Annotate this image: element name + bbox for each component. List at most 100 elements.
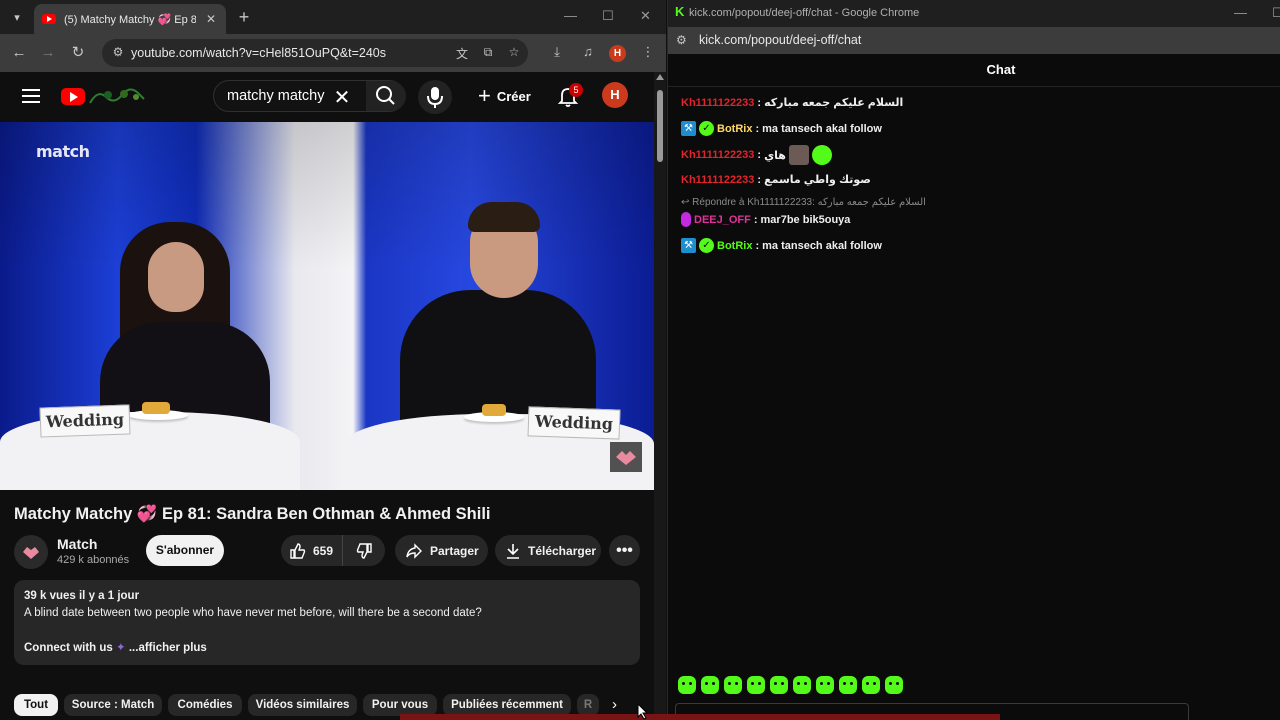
youtube-doodle-logo[interactable]: [88, 85, 146, 107]
wedding-sign-right: Wedding: [527, 406, 621, 440]
chat-username[interactable]: Kh1111122233: [681, 174, 754, 186]
emote-button-icon[interactable]: [724, 676, 742, 694]
description-box[interactable]: 39 k vues il y a 1 jour A blind date bet…: [14, 580, 640, 665]
emote-button-icon[interactable]: [793, 676, 811, 694]
more-actions-button[interactable]: •••: [609, 535, 640, 566]
channel-name[interactable]: Match: [57, 536, 97, 552]
kick-minimize-button[interactable]: —: [1234, 5, 1247, 20]
chat-username[interactable]: DEEJ_OFF: [694, 214, 751, 226]
browser-toolbar: ← → ↻ ⚙ youtube.com/watch?v=cHel851OuPQ&…: [0, 34, 666, 72]
emote-button-icon[interactable]: [862, 676, 880, 694]
account-avatar[interactable]: H: [602, 82, 628, 108]
show-more-link[interactable]: ...afficher plus: [129, 642, 207, 654]
subscribe-button[interactable]: S'abonner: [146, 535, 224, 566]
chat-text: صوتك واطي ماسمع: [764, 174, 871, 186]
like-count: 659: [313, 543, 334, 558]
kick-maximize-button[interactable]: ☐: [1272, 5, 1280, 21]
menu-icon[interactable]: [22, 89, 40, 103]
create-button[interactable]: + Créer: [470, 82, 539, 110]
emote-button-icon[interactable]: [747, 676, 765, 694]
chip-recent[interactable]: Publiées récemment: [443, 694, 571, 716]
right-cake: [482, 404, 506, 416]
views-and-date: 39 k vues il y a 1 jour: [24, 590, 140, 602]
site-info-icon[interactable]: ⚙: [110, 45, 126, 61]
tab-youtube[interactable]: (5) Matchy Matchy 💞 Ep 81: S ✕: [34, 4, 226, 34]
profile-avatar[interactable]: H: [609, 45, 626, 62]
create-label: Créer: [496, 88, 531, 104]
forward-icon[interactable]: →: [38, 43, 58, 63]
tab-title: (5) Matchy Matchy 💞 Ep 81: S: [64, 13, 196, 26]
emote-button-icon[interactable]: [678, 676, 696, 694]
notification-count-badge: 5: [569, 83, 583, 97]
chat-message: Kh1111122233: صوتك واطي ماسمع: [681, 173, 871, 187]
channel-avatar[interactable]: [14, 535, 48, 569]
share-button[interactable]: Partager: [395, 535, 488, 566]
video-player[interactable]: match Wedding Wedding: [0, 122, 654, 490]
chip-truncated[interactable]: R: [577, 694, 599, 716]
dislike-button[interactable]: [343, 535, 385, 566]
kick-url: kick.com/popout/deej-off/chat: [699, 33, 862, 47]
close-window-button[interactable]: ✕: [640, 8, 651, 24]
media-controls-icon[interactable]: ♫: [579, 44, 597, 62]
emote-button-icon[interactable]: [816, 676, 834, 694]
microphone-icon: [427, 87, 443, 108]
video-title: Matchy Matchy 💞 Ep 81: Sandra Ben Othman…: [14, 505, 491, 523]
tab-search-button[interactable]: ▾: [6, 6, 28, 28]
kick-window-title: kick.com/popout/deej-off/chat - Google C…: [689, 7, 920, 19]
chip-source[interactable]: Source : Match: [64, 694, 162, 716]
address-bar[interactable]: ⚙ youtube.com/watch?v=cHel851OuPQ&t=240s…: [102, 39, 528, 67]
new-tab-button[interactable]: +: [234, 7, 254, 27]
microphone-badge-icon: [681, 212, 691, 227]
like-button[interactable]: 659: [281, 535, 343, 566]
description-text: A blind date between two people who have…: [24, 607, 482, 619]
search-input[interactable]: matchy matchy: [227, 88, 325, 104]
reload-icon[interactable]: ↻: [68, 43, 88, 63]
emote-face-icon: [788, 145, 809, 165]
voice-search-button[interactable]: [418, 80, 452, 114]
chat-username[interactable]: BotRix: [717, 123, 752, 135]
thumbs-down-icon: [356, 542, 372, 559]
emote-green-icon: [811, 145, 832, 165]
moderator-badge-icon: ⚒: [681, 121, 696, 136]
chip-comedies[interactable]: Comédies: [168, 694, 242, 716]
youtube-browser-window: ▾ (5) Matchy Matchy 💞 Ep 81: S ✕ + — ☐ ✕…: [0, 0, 666, 720]
minimize-button[interactable]: —: [564, 8, 577, 23]
kick-titlebar: K kick.com/popout/deej-off/chat - Google…: [668, 0, 1280, 27]
emote-button-icon[interactable]: [839, 676, 857, 694]
plus-icon: +: [478, 83, 491, 108]
chip-similar[interactable]: Vidéos similaires: [248, 694, 357, 716]
scroll-thumb[interactable]: [657, 90, 663, 162]
translate-icon[interactable]: 文: [454, 45, 470, 61]
back-icon[interactable]: ←: [9, 43, 29, 63]
download-button[interactable]: Télécharger: [495, 535, 601, 566]
emote-button-icon[interactable]: [885, 676, 903, 694]
kick-favicon-icon: K: [675, 4, 685, 19]
chat-username[interactable]: BotRix: [717, 240, 752, 252]
chips-next-icon[interactable]: ›: [612, 696, 617, 713]
chat-username[interactable]: Kh1111122233: [681, 149, 754, 161]
clear-search-icon[interactable]: ✕: [331, 85, 353, 110]
chip-all[interactable]: Tout: [14, 694, 58, 716]
chat-message: ⚒ ✓ BotRix: ma tansech akal follow: [681, 121, 882, 136]
channel-watermark-icon[interactable]: [610, 442, 642, 472]
chip-for-you[interactable]: Pour vous: [363, 694, 437, 716]
emote-button-icon[interactable]: [770, 676, 788, 694]
scroll-up-icon[interactable]: [656, 74, 664, 80]
youtube-logo-icon[interactable]: [61, 88, 85, 105]
chat-username[interactable]: Kh1111122233: [681, 97, 754, 109]
video-watermark: match: [36, 142, 90, 161]
reply-reference[interactable]: ↩ Répondre à Kh1111122233: السلام عليكم …: [681, 197, 926, 208]
bookmark-star-icon[interactable]: ☆: [506, 45, 522, 61]
tab-close-icon[interactable]: ✕: [204, 12, 218, 26]
download-icon[interactable]: ⤓: [548, 44, 566, 62]
chrome-menu-icon[interactable]: ⋮: [639, 44, 657, 62]
emote-button-icon[interactable]: [701, 676, 719, 694]
maximize-button[interactable]: ☐: [602, 8, 614, 24]
chat-message: Kh1111122233: هاي: [681, 145, 832, 165]
kick-address-bar[interactable]: ⚙ kick.com/popout/deej-off/chat: [668, 27, 1280, 54]
page-scrollbar[interactable]: [654, 72, 666, 720]
search-button[interactable]: [366, 81, 406, 111]
description-footer: Connect with us ✦ ...afficher plus: [24, 640, 207, 654]
kick-site-info-icon[interactable]: ⚙: [676, 33, 687, 47]
install-app-icon[interactable]: ⧉: [480, 45, 496, 61]
